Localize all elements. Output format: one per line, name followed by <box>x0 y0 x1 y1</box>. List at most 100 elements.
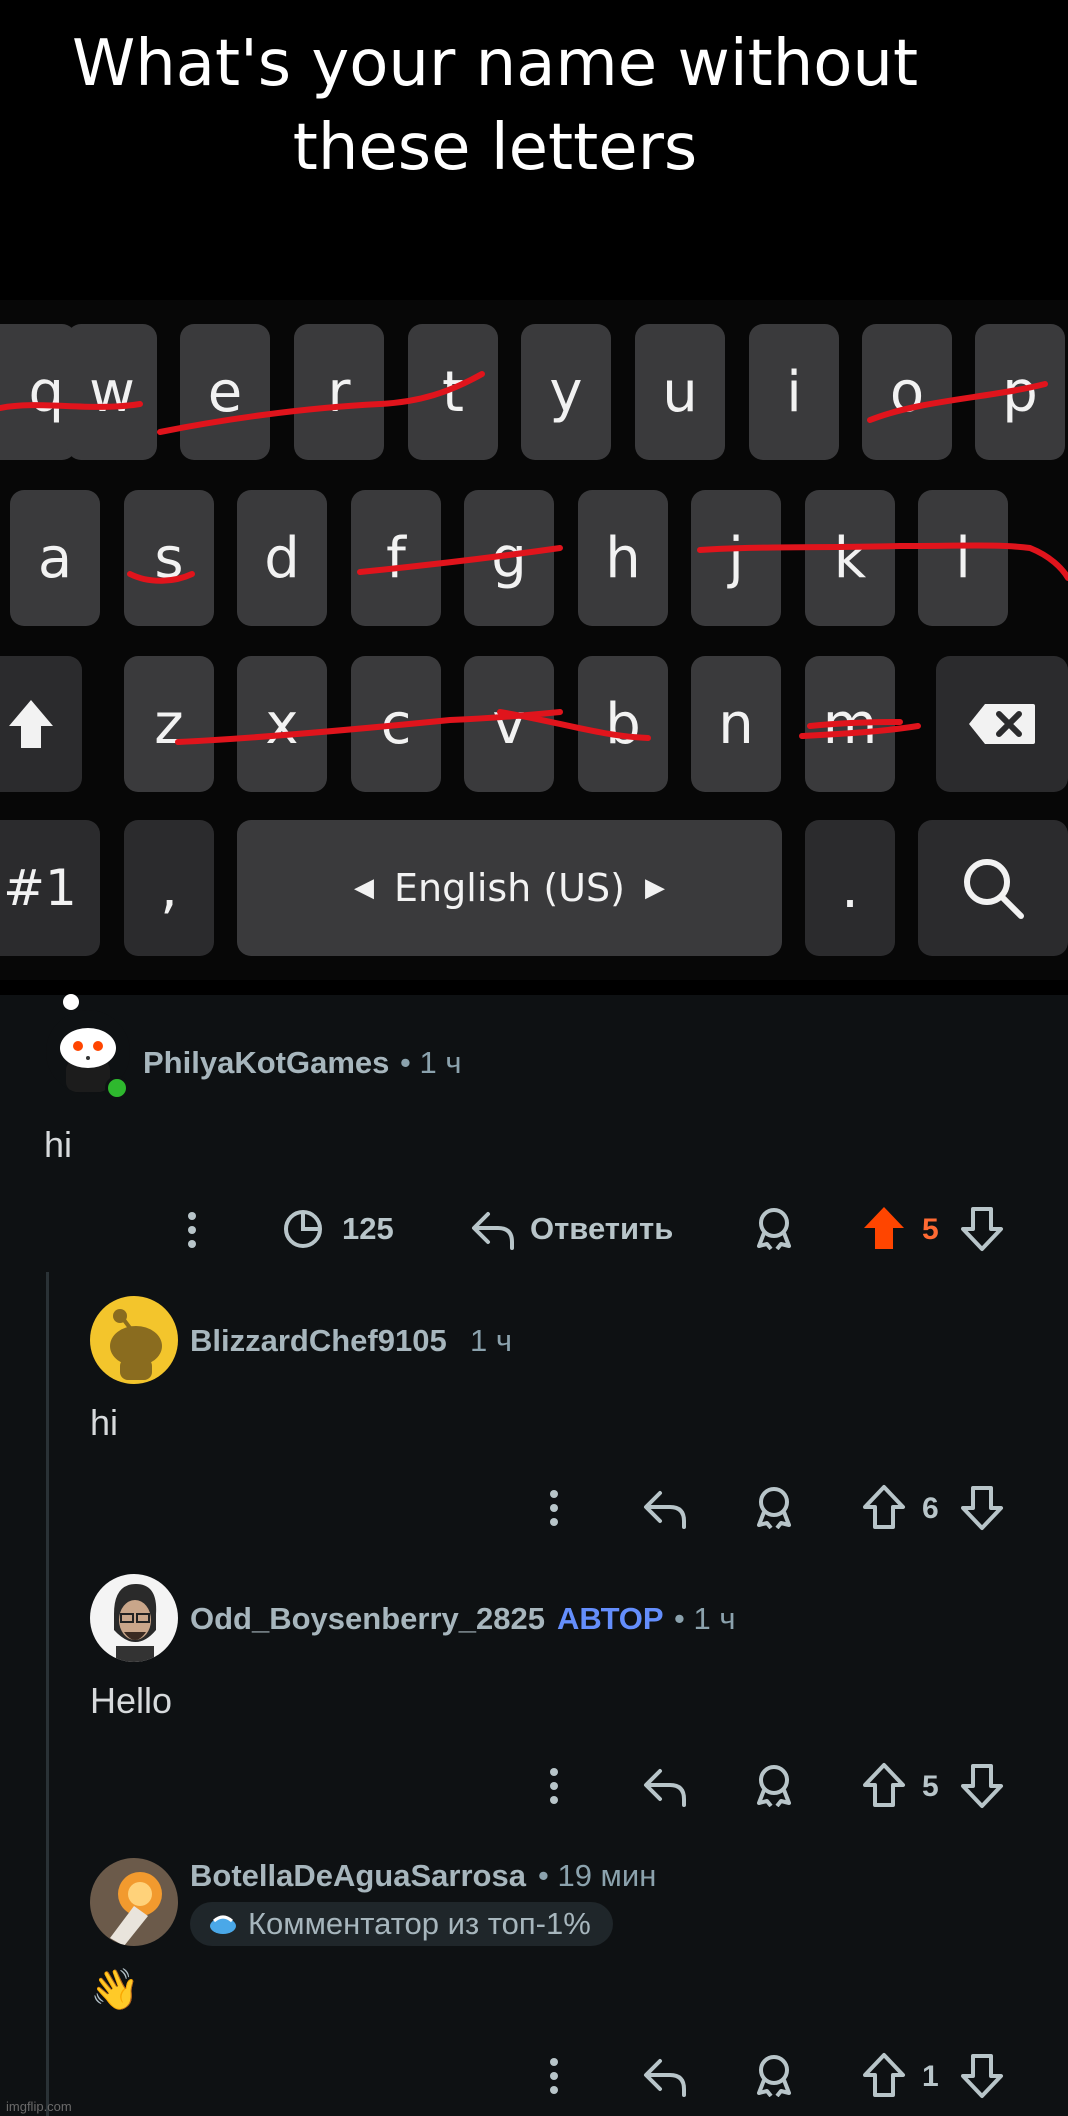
downvote-button[interactable] <box>960 1485 1004 1531</box>
key-p: p <box>975 324 1065 460</box>
search-icon <box>964 859 1024 919</box>
pie-chart-icon <box>284 1210 322 1248</box>
symbols-key: #1 <box>0 820 100 956</box>
key-s: s <box>124 490 214 626</box>
downvote-button[interactable] <box>960 2053 1004 2099</box>
award-button[interactable] <box>752 1485 796 1529</box>
upvote-button[interactable] <box>862 1484 906 1530</box>
comment-username[interactable]: BlizzardChef9105 <box>190 1323 447 1359</box>
key-v: v <box>464 656 554 792</box>
key-z: z <box>124 656 214 792</box>
downvote-arrow-icon <box>961 1486 1003 1530</box>
avatar[interactable] <box>90 1574 178 1662</box>
author-badge: АВТОР <box>557 1601 664 1636</box>
comment-username[interactable]: BotellaDeAguaSarrosa <box>190 1858 526 1894</box>
comment-username[interactable]: PhilyaKotGames <box>143 1045 389 1081</box>
kebab-menu-icon <box>550 1490 558 1526</box>
key-r: r <box>294 324 384 460</box>
vote-score: 1 <box>922 2060 939 2093</box>
award-icon <box>757 2055 791 2097</box>
online-status-dot <box>105 1076 129 1100</box>
key-l: l <box>918 490 1008 626</box>
shift-key <box>0 656 82 792</box>
key-x: x <box>237 656 327 792</box>
reply-label: Ответить <box>530 1211 674 1246</box>
award-button[interactable] <box>752 1206 796 1250</box>
reply-button[interactable]: Ответить <box>470 1208 673 1250</box>
flair-text: Комментатор из топ-1% <box>248 1906 591 1941</box>
key-w: w <box>67 324 157 460</box>
more-options-button[interactable] <box>180 1210 204 1250</box>
views-button[interactable]: 125 <box>282 1208 394 1250</box>
caption-line-1: What's your name without <box>71 27 919 101</box>
key-q: q <box>0 324 76 460</box>
more-options-button[interactable] <box>542 1488 566 1528</box>
key-c: c <box>351 656 441 792</box>
downvote-button[interactable] <box>960 1763 1004 1809</box>
reply-arrow-icon <box>644 1491 686 1529</box>
avatar[interactable] <box>90 1296 178 1384</box>
user-flair: Комментатор из топ-1% <box>190 1902 613 1946</box>
backspace-icon <box>969 704 1035 744</box>
caption-line-2: these letters <box>292 111 698 185</box>
award-icon <box>757 1487 791 1529</box>
award-button[interactable] <box>752 1763 796 1807</box>
reply-button[interactable] <box>642 2055 688 2097</box>
key-t: t <box>408 324 498 460</box>
vote-score: 5 <box>922 1213 939 1246</box>
key-f: f <box>351 490 441 626</box>
user-avatar-icon <box>114 1584 157 1662</box>
kebab-menu-icon <box>188 1212 196 1248</box>
downvote-arrow-icon <box>961 2054 1003 2098</box>
comment-body: Hello <box>90 1680 173 1721</box>
key-u: u <box>635 324 725 460</box>
more-options-button[interactable] <box>542 2056 566 2096</box>
comma-key: , <box>124 820 214 956</box>
backspace-key <box>936 656 1068 792</box>
upvote-arrow-filled-icon <box>864 1207 904 1249</box>
snoo-avatar-icon <box>110 1309 162 1380</box>
upvote-button[interactable] <box>862 2052 906 2098</box>
language-left-arrow-icon: ◀ <box>354 873 375 903</box>
key-e: e <box>180 324 270 460</box>
key-g: g <box>464 490 554 626</box>
spacebar: ◀ English (US) ▶ <box>237 820 782 956</box>
downvote-button[interactable] <box>960 1206 1004 1252</box>
flair-icon <box>210 1915 236 1934</box>
spacebar-language-label: English (US) <box>394 866 625 910</box>
downvote-arrow-icon <box>961 1207 1003 1251</box>
key-n: n <box>691 656 781 792</box>
avatar[interactable] <box>90 1858 178 1946</box>
key-k: k <box>805 490 895 626</box>
upvote-arrow-icon <box>863 1485 905 1529</box>
upvote-button[interactable] <box>862 1762 906 1808</box>
comment-timestamp: • 19 мин <box>538 1858 657 1893</box>
keyboard: q w e r t y u i o p a s d f g h j k l z … <box>0 300 1068 980</box>
key-y: y <box>521 324 611 460</box>
upvote-button[interactable] <box>862 1204 906 1252</box>
comment-timestamp: 1 ч <box>470 1323 513 1358</box>
reply-arrow-icon <box>644 2059 686 2097</box>
key-d: d <box>237 490 327 626</box>
award-button[interactable] <box>752 2053 796 2097</box>
key-b: b <box>578 656 668 792</box>
language-right-arrow-icon: ▶ <box>644 873 665 903</box>
user-avatar-icon <box>110 1872 162 1946</box>
comment-timestamp: • 1 ч <box>400 1045 462 1080</box>
vote-score: 5 <box>922 1770 939 1803</box>
upvote-arrow-icon <box>863 2053 905 2097</box>
period-key: . <box>805 820 895 956</box>
view-count: 125 <box>342 1211 394 1246</box>
more-options-button[interactable] <box>542 1766 566 1806</box>
award-icon <box>757 1208 791 1250</box>
comment-body: hi <box>44 1124 73 1165</box>
meme-caption: What's your name without these letters <box>0 22 990 190</box>
award-icon <box>757 1765 791 1807</box>
kebab-menu-icon <box>550 2058 558 2094</box>
reply-button[interactable] <box>642 1487 688 1529</box>
comment-username[interactable]: Odd_Boysenberry_2825 <box>190 1601 545 1637</box>
kebab-menu-icon <box>550 1768 558 1804</box>
search-key <box>918 820 1068 956</box>
key-i: i <box>749 324 839 460</box>
reply-button[interactable] <box>642 1765 688 1807</box>
